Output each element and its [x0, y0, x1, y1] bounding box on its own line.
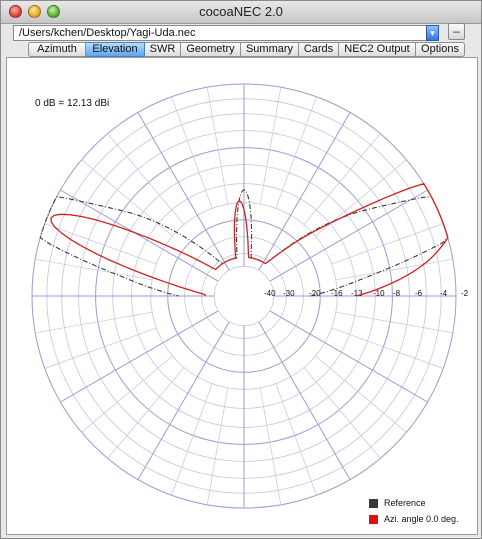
legend-item-reference: Reference: [369, 498, 426, 508]
tab-nec2-output[interactable]: NEC2 Output: [339, 42, 416, 57]
legend-swatch-azimuth: [369, 514, 378, 524]
window-title: cocoaNEC 2.0: [199, 4, 283, 19]
app-window: cocoaNEC 2.0 /Users/kchen/Desktop/Yagi-U…: [0, 0, 482, 539]
file-path-field[interactable]: /Users/kchen/Desktop/Yagi-Uda.nec: [13, 25, 439, 41]
azimuth-pattern-line: [50, 182, 449, 297]
ring-label: -6: [415, 289, 423, 298]
ring-label: -40: [264, 289, 276, 298]
ring-label: -30: [283, 289, 295, 298]
tab-cards[interactable]: Cards: [299, 42, 339, 57]
legend-label-azimuth: Azi. angle 0.0 deg.: [384, 514, 459, 524]
ring-label: -2: [461, 289, 469, 298]
legend-item-azimuth-angle: Azi. angle 0.0 deg.: [369, 514, 459, 524]
ring-label: -13: [351, 289, 363, 298]
tab-summary[interactable]: Summary: [241, 42, 299, 57]
legend-label-reference: Reference: [384, 498, 426, 508]
tab-bar: Azimuth Elevation SWR Geometry Summary C…: [28, 42, 465, 58]
title-bar: cocoaNEC 2.0: [1, 1, 481, 24]
tab-elevation[interactable]: Elevation: [86, 42, 145, 57]
polar-elevation-plot: -40 -30 -20 -16 -13 -10 -8 -6 -4 -2: [31, 83, 469, 509]
legend-swatch-reference: [369, 498, 378, 508]
ring-label: -4: [440, 289, 448, 298]
tab-azimuth[interactable]: Azimuth: [28, 42, 86, 57]
tab-geometry[interactable]: Geometry: [181, 42, 241, 57]
minus-button[interactable]: –: [448, 23, 465, 40]
elevation-plot-area: 0 dB = 12.13 dBi -40 -30 -20 -16 -13 -10 -8 -6-…: [6, 57, 478, 535]
ring-label: -20: [309, 289, 321, 298]
ring-label: -16: [331, 289, 343, 298]
popup-arrow-icon[interactable]: ▾: [426, 25, 439, 41]
tab-swr[interactable]: SWR: [145, 42, 181, 57]
ring-label: -8: [393, 289, 401, 298]
tab-options[interactable]: Options: [416, 42, 465, 57]
